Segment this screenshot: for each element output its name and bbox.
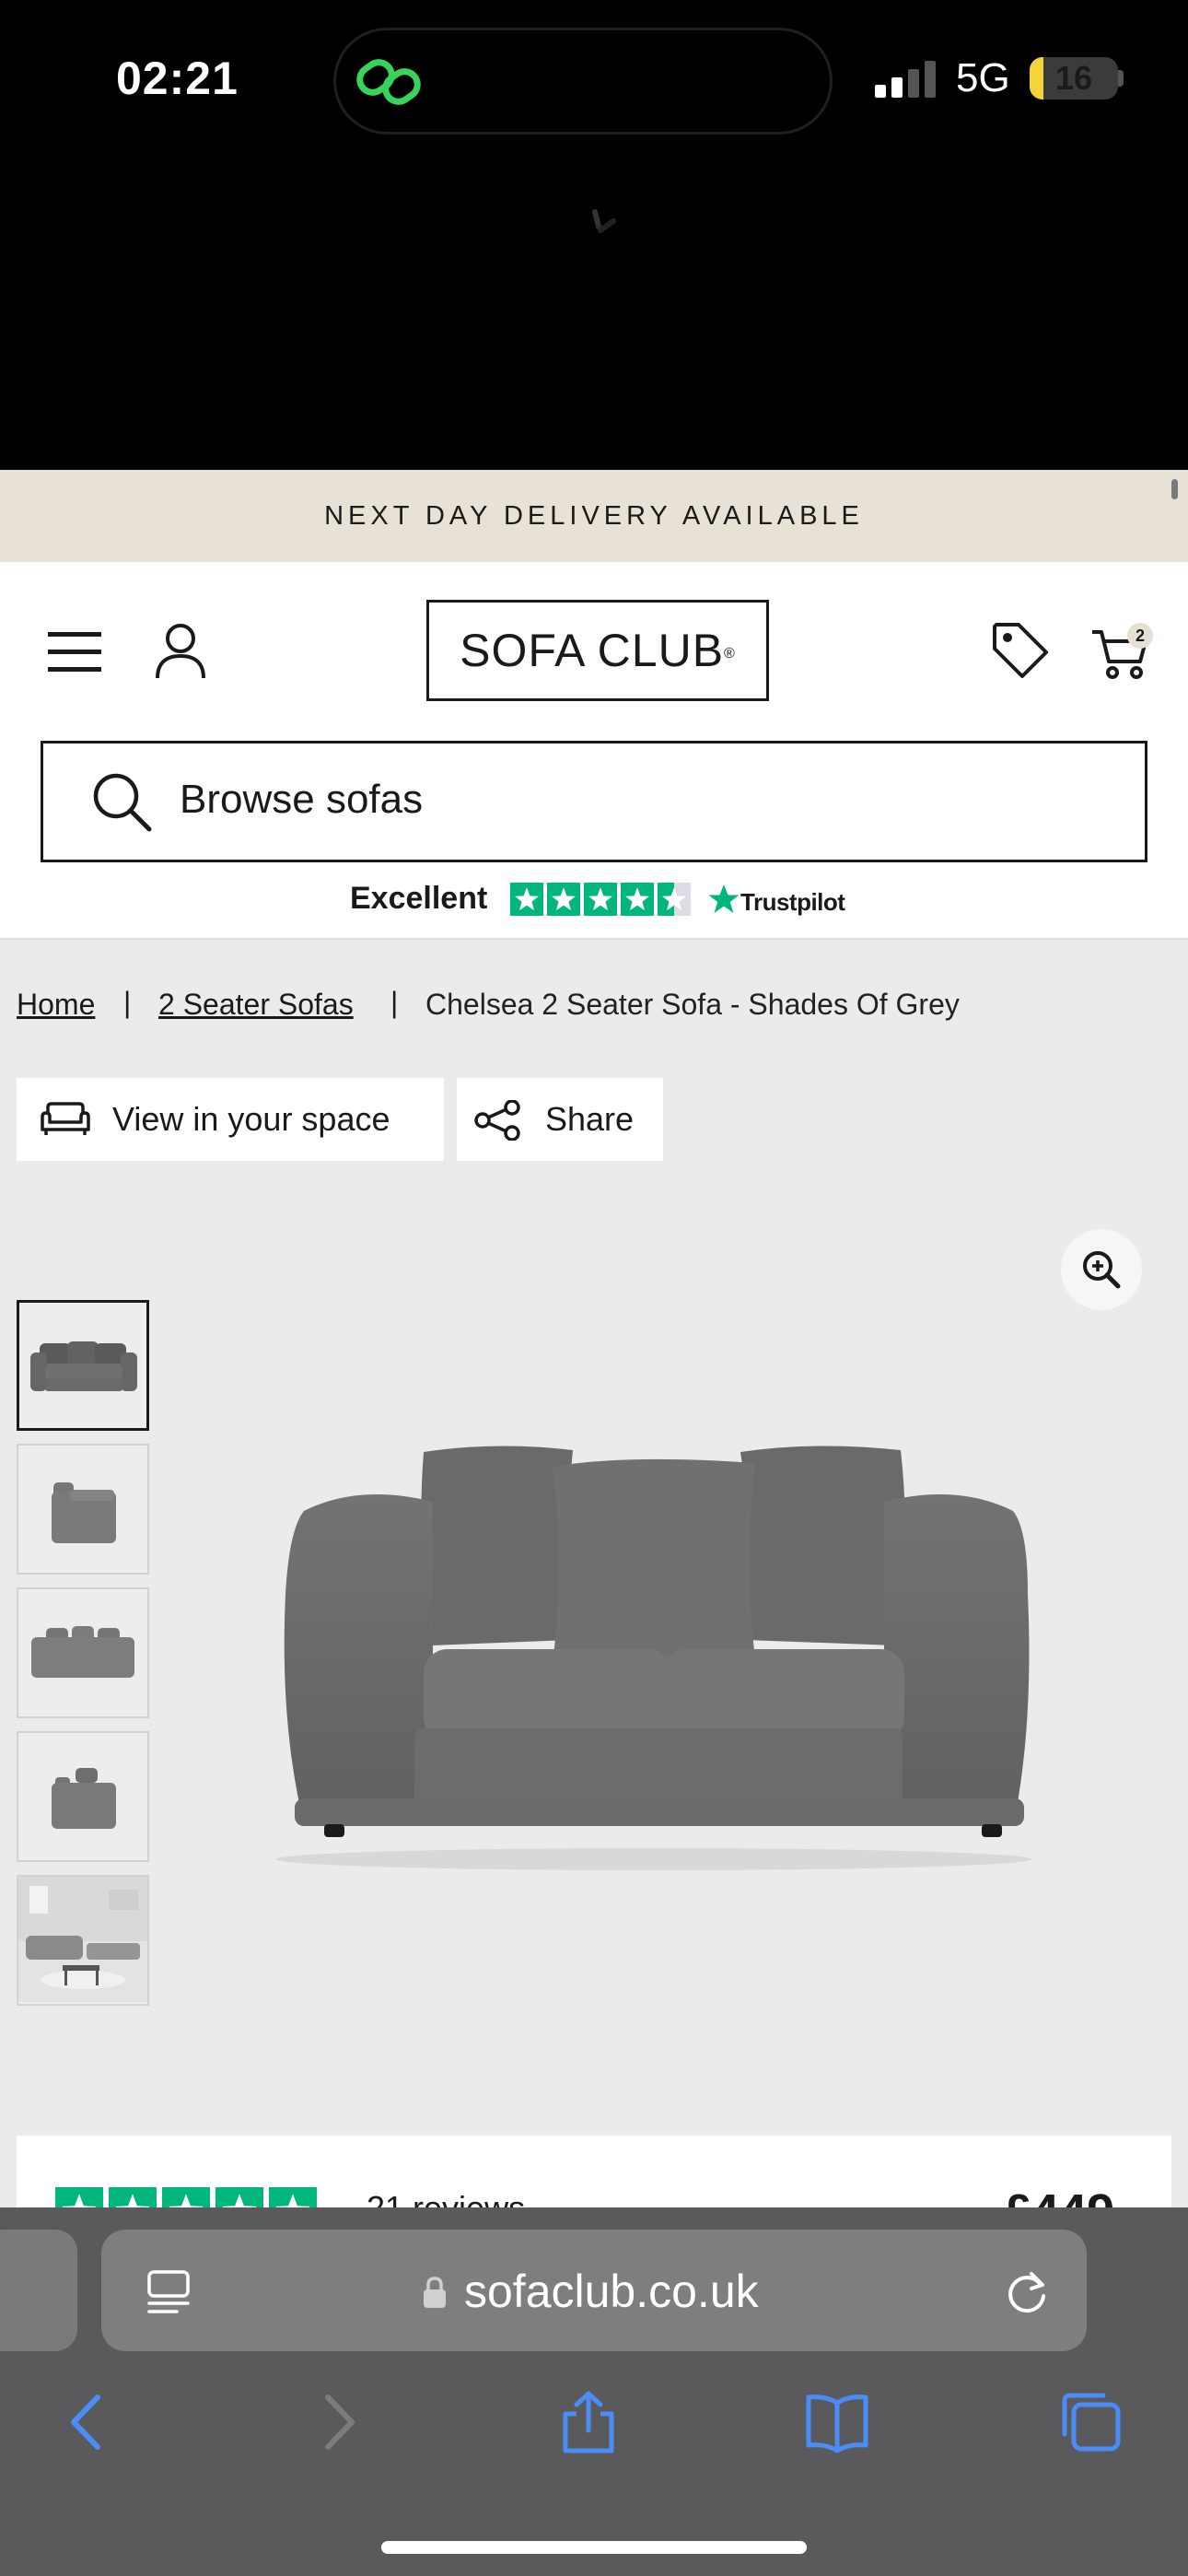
sofa-club-logo[interactable]: SOFA CLUB® bbox=[426, 600, 769, 701]
reload-icon[interactable] bbox=[1004, 2268, 1050, 2316]
trustpilot-stars bbox=[510, 883, 691, 916]
thumbnail-back[interactable] bbox=[17, 1587, 149, 1718]
zoom-in-icon[interactable] bbox=[1061, 1229, 1142, 1310]
thumbnail-room[interactable] bbox=[17, 1875, 149, 2006]
signal-icon bbox=[875, 61, 936, 98]
thumbnail-back-image bbox=[31, 1626, 134, 1678]
thumbnail-side[interactable] bbox=[17, 1444, 149, 1575]
share-label: Share bbox=[545, 1100, 635, 1138]
link-activity-icon bbox=[356, 59, 421, 105]
thumbnail-angle-image bbox=[52, 1768, 116, 1829]
thumbnail-angle[interactable] bbox=[17, 1731, 149, 1862]
loading-spinner-icon bbox=[592, 209, 616, 233]
announcement-banner: NEXT DAY DELIVERY AVAILABLE bbox=[0, 470, 1188, 562]
logo-registered-mark: ® bbox=[724, 645, 736, 662]
trustpilot-logo-star-icon bbox=[708, 884, 740, 913]
browser-share-icon[interactable] bbox=[556, 2390, 621, 2454]
battery-level: 16 bbox=[1054, 59, 1093, 97]
battery-icon: 16 bbox=[1030, 57, 1118, 100]
cart-count-badge: 2 bbox=[1127, 623, 1153, 649]
breadcrumb-separator: | bbox=[390, 986, 399, 1019]
battery-nub bbox=[1118, 70, 1124, 87]
trustpilot-brand: Trustpilot bbox=[740, 888, 845, 916]
network-type: 5G bbox=[956, 55, 1010, 100]
breadcrumb-current: Chelsea 2 Seater Sofa - Shades Of Grey bbox=[425, 988, 960, 1021]
view-in-your-space-label: View in your space bbox=[112, 1100, 390, 1138]
scrollbar[interactable] bbox=[1171, 479, 1178, 499]
menu-icon[interactable] bbox=[48, 630, 101, 674]
price-tag-icon[interactable] bbox=[991, 621, 1050, 680]
breadcrumb-home-link[interactable]: Home bbox=[17, 988, 95, 1022]
bookmarks-icon[interactable] bbox=[805, 2390, 869, 2454]
lock-icon bbox=[424, 2277, 446, 2308]
search-placeholder: Browse sofas bbox=[180, 777, 424, 822]
thumbnail-side-image bbox=[52, 1482, 116, 1543]
back-icon[interactable] bbox=[57, 2390, 122, 2454]
account-icon[interactable] bbox=[155, 623, 206, 680]
search-icon bbox=[93, 773, 152, 832]
view-in-your-space-button[interactable]: View in your space bbox=[17, 1078, 444, 1161]
product-main-image bbox=[276, 1446, 1031, 1870]
tabs-icon[interactable] bbox=[1059, 2390, 1124, 2454]
sofa-ar-icon bbox=[41, 1102, 90, 1135]
breadcrumb-separator: | bbox=[123, 986, 132, 1019]
page-menu-icon[interactable] bbox=[146, 2268, 192, 2316]
previous-tab-preview[interactable] bbox=[0, 2230, 77, 2351]
forward-icon[interactable] bbox=[306, 2390, 370, 2454]
breadcrumb-category-link[interactable]: 2 Seater Sofas bbox=[158, 988, 354, 1022]
thumbnail-front-image bbox=[30, 1341, 137, 1391]
thumbnail-room-image bbox=[18, 1877, 147, 2002]
status-time: 02:21 bbox=[116, 53, 239, 104]
url-text[interactable]: sofaclub.co.uk bbox=[464, 2265, 759, 2318]
home-indicator bbox=[381, 2541, 807, 2554]
thumbnail-front[interactable] bbox=[17, 1300, 149, 1431]
share-button[interactable]: Share bbox=[457, 1078, 663, 1161]
share-icon bbox=[474, 1100, 520, 1141]
logo-text: SOFA CLUB bbox=[460, 625, 725, 676]
trustpilot-rating-label: Excellent bbox=[350, 881, 488, 916]
